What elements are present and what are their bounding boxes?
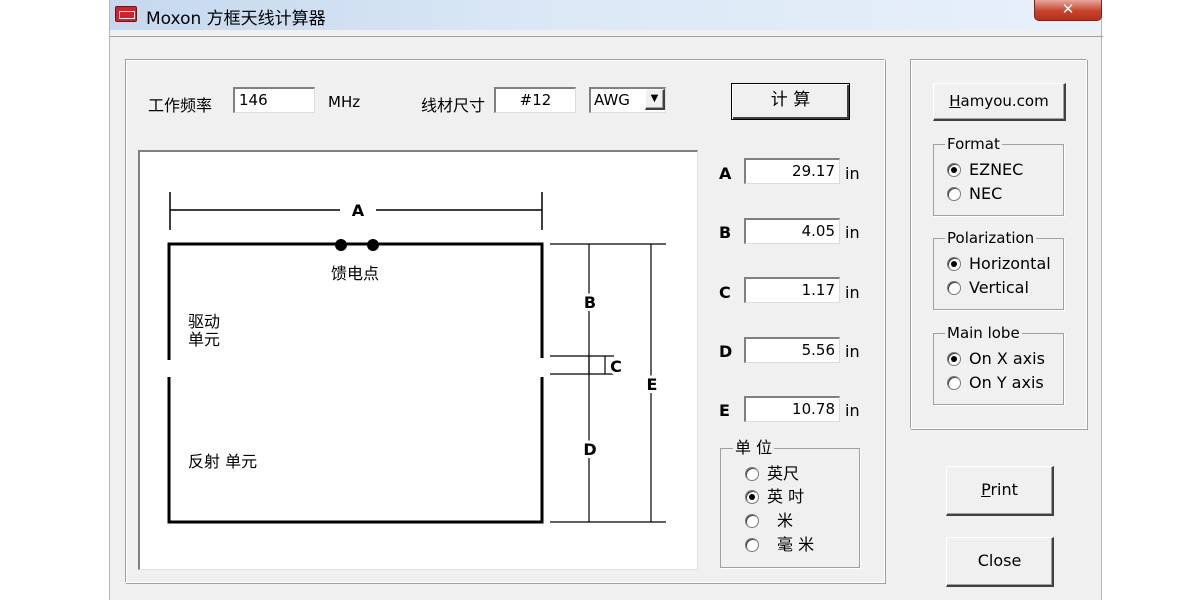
radio-icon[interactable] [947, 187, 961, 201]
radio-icon[interactable] [745, 514, 759, 528]
feed-point-left [335, 239, 347, 251]
freq-label: 工作频率 [148, 96, 213, 115]
feed-point-label: 馈电点 [331, 264, 379, 283]
result-label-c: C [719, 283, 731, 302]
diagram-area: A 馈电点 驱动 单元 反射 单元 B C D E [138, 150, 698, 570]
dim-c-label: C [610, 357, 622, 376]
close-button[interactable]: Close [946, 537, 1054, 587]
chevron-down-icon[interactable]: ▼ [645, 89, 665, 110]
units-group: 单 位 英尺 英 吋 米 毫 米 [720, 439, 860, 568]
main-lobe-group-title: Main lobe [945, 324, 1022, 342]
wire-type-select[interactable]: AWG ▼ [589, 87, 666, 113]
antenna-diagram: A 馈电点 驱动 单元 反射 单元 B C D E [167, 192, 666, 524]
result-unit-c: in [845, 283, 860, 302]
result-unit-d: in [845, 342, 860, 361]
app-window: Moxon 方框天线计算器 ✕ 工作频率 146 MHz 线材尺寸 #12 AW… [109, 0, 1103, 600]
wire-type-value: AWG [594, 91, 630, 109]
result-value-a[interactable]: 29.17 [744, 158, 840, 184]
driven-element [167, 242, 544, 360]
close-icon: ✕ [1061, 0, 1075, 18]
radio-icon[interactable] [745, 467, 759, 481]
result-unit-e: in [845, 401, 860, 420]
wire-size-input[interactable]: #12 [494, 87, 576, 113]
calculate-button[interactable]: 计 算 [731, 83, 850, 120]
reflector-label: 反射 单元 [188, 452, 257, 471]
window-title: Moxon 方框天线计算器 [146, 9, 326, 29]
result-label-b: B [719, 223, 732, 242]
format-group: Format EZNEC NEC [933, 135, 1064, 216]
dim-b-label: B [584, 293, 596, 312]
result-label-a: A [719, 164, 732, 183]
freq-unit: MHz [328, 93, 361, 111]
dim-a-label: A [352, 201, 365, 220]
result-value-b[interactable]: 4.05 [744, 218, 840, 244]
driven-label-line1: 驱动 [188, 312, 220, 331]
client-area: 工作频率 146 MHz 线材尺寸 #12 AWG ▼ 计 算 A 馈电点 驱动… [110, 36, 1103, 600]
result-unit-a: in [845, 164, 860, 183]
radio-icon[interactable] [947, 376, 961, 390]
result-label-e: E [719, 401, 730, 420]
radio-icon[interactable] [947, 281, 961, 295]
result-value-c[interactable]: 1.17 [744, 277, 840, 303]
format-group-title: Format [945, 135, 1002, 153]
options-panel: Hamyou.com Format EZNEC NEC Polarization… [910, 59, 1087, 429]
app-icon [115, 6, 137, 22]
radio-checked-icon[interactable] [745, 490, 759, 504]
result-label-d: D [719, 342, 733, 361]
polarization-group-title: Polarization [945, 229, 1037, 247]
main-lobe-group: Main lobe On X axis On Y axis [933, 324, 1064, 405]
driven-label-line2: 单元 [188, 330, 220, 349]
radio-checked-icon[interactable] [947, 257, 961, 271]
main-panel: 工作频率 146 MHz 线材尺寸 #12 AWG ▼ 计 算 A 馈电点 驱动… [125, 59, 885, 583]
reflector-element [167, 377, 544, 524]
dim-d-label: D [583, 440, 596, 459]
radio-checked-icon[interactable] [947, 352, 961, 366]
dim-e-label: E [647, 375, 658, 394]
hamyou-link-button[interactable]: Hamyou.com [933, 83, 1066, 121]
print-button[interactable]: Print [946, 466, 1054, 516]
polarization-group: Polarization Horizontal Vertical [933, 229, 1064, 310]
title-bar[interactable]: Moxon 方框天线计算器 ✕ [110, 0, 1102, 30]
window-close-button[interactable]: ✕ [1034, 0, 1102, 21]
freq-input[interactable]: 146 [233, 87, 315, 113]
radio-checked-icon[interactable] [947, 163, 961, 177]
wire-label: 线材尺寸 [421, 96, 486, 115]
result-unit-b: in [845, 223, 860, 242]
units-group-title: 单 位 [733, 438, 775, 457]
result-value-d[interactable]: 5.56 [744, 337, 840, 363]
result-value-e[interactable]: 10.78 [744, 396, 840, 422]
feed-point-right [367, 239, 379, 251]
radio-icon[interactable] [745, 538, 759, 552]
